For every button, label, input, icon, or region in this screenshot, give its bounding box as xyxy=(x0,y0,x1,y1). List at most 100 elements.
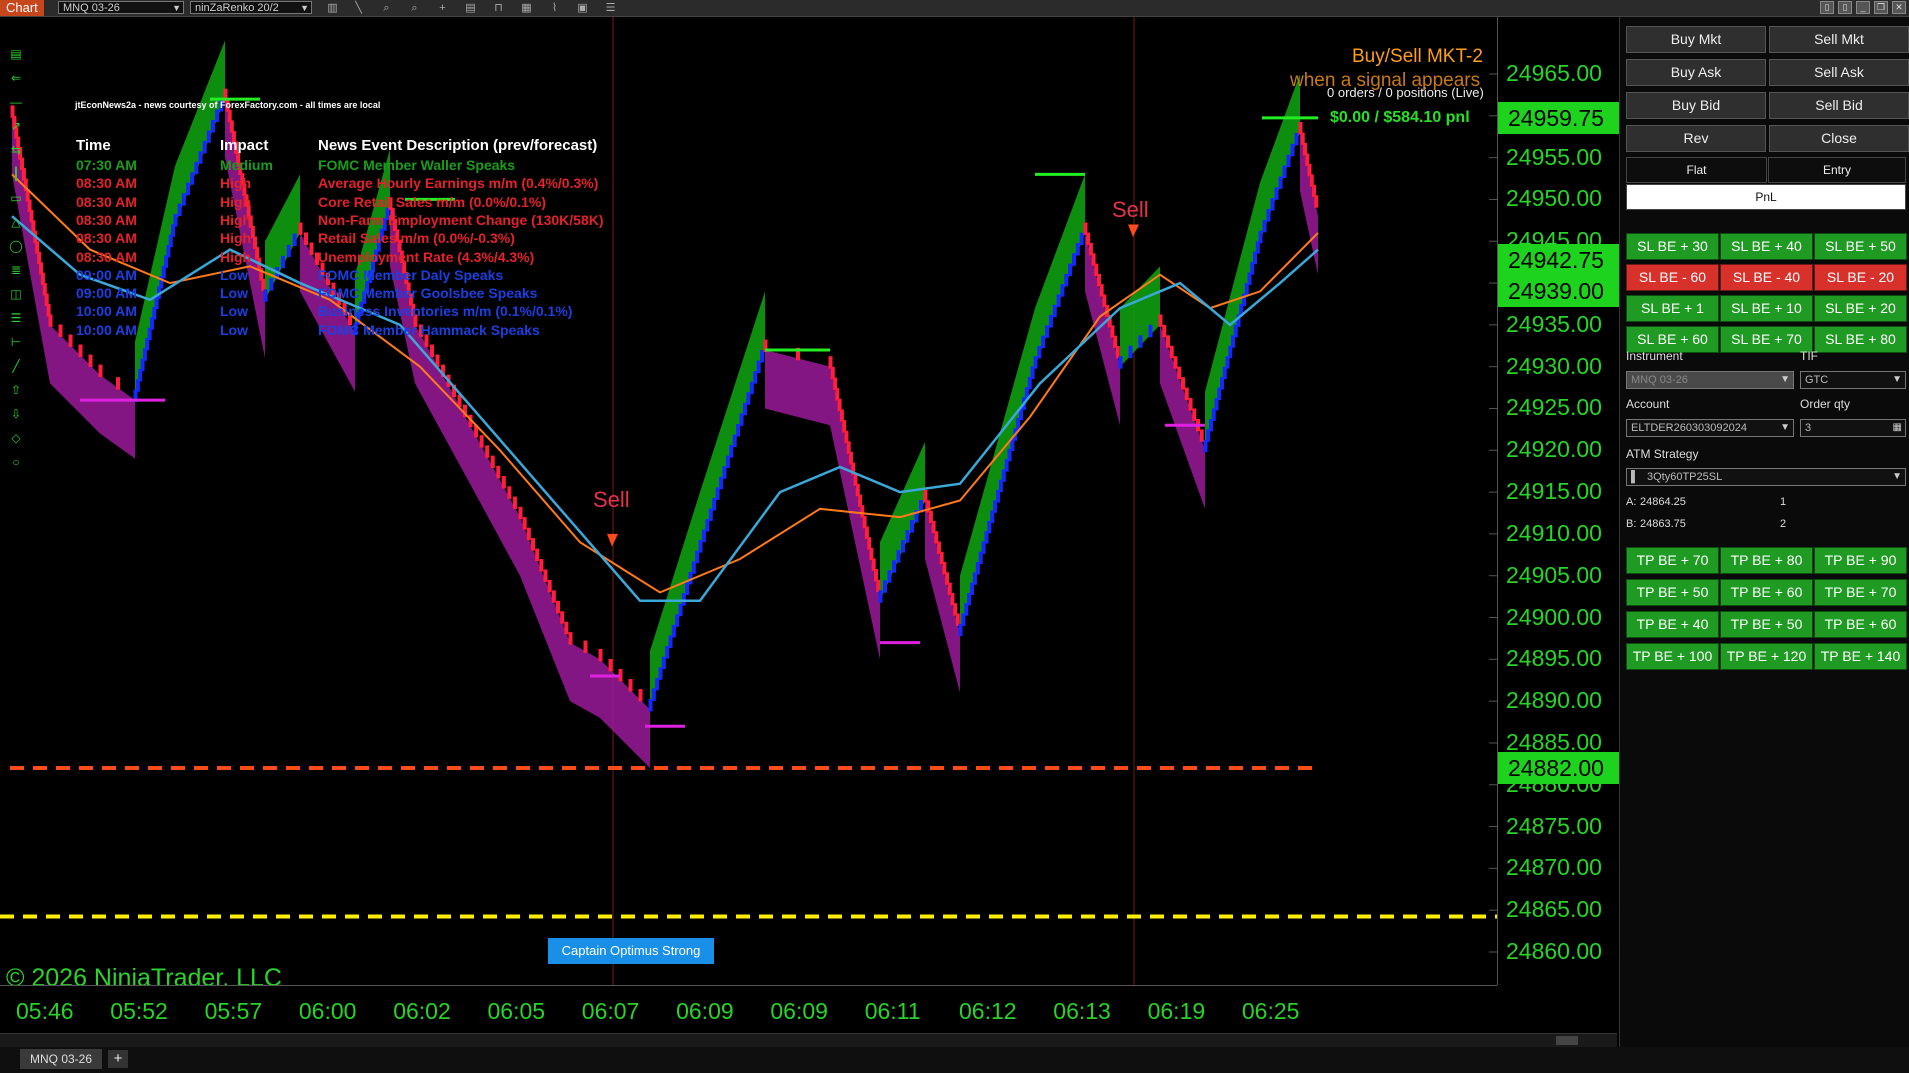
region-icon[interactable]: ◫ xyxy=(8,287,24,301)
order-qty-stepper[interactable]: 3 ▦ xyxy=(1800,419,1906,437)
arrow-up-icon[interactable]: ⇧ xyxy=(8,383,24,397)
tp-be-button[interactable]: TP BE + 60 xyxy=(1814,611,1907,638)
tif-select[interactable]: GTC ▼ xyxy=(1800,371,1906,389)
tp-be-button[interactable]: TP BE + 70 xyxy=(1814,579,1907,606)
fib-icon[interactable]: ≣ xyxy=(8,263,24,277)
ray-icon[interactable]: ↗ xyxy=(8,119,24,133)
buy-side-order-button[interactable]: Buy Ask xyxy=(1626,59,1766,86)
instrument-selector[interactable]: MNQ 03-26 ▼ xyxy=(58,1,184,14)
atm-edit-icon[interactable]: ▌ xyxy=(1631,469,1639,485)
down-brick xyxy=(846,441,851,454)
atm-strategy-select[interactable]: ▌ 3Qty60TP25SL ▼ xyxy=(1626,468,1906,486)
sl-be-button[interactable]: SL BE + 40 xyxy=(1720,233,1813,260)
up-brick xyxy=(1138,335,1143,348)
triangle-icon[interactable]: △ xyxy=(8,215,24,229)
chart-app-label[interactable]: Chart xyxy=(0,0,44,16)
tp-be-button[interactable]: TP BE + 120 xyxy=(1720,643,1813,670)
zoom-icon[interactable]: ⌕ xyxy=(380,2,393,14)
calculator-icon[interactable]: ▦ xyxy=(1893,420,1902,436)
properties-icon[interactable]: ▤ xyxy=(464,2,477,14)
sl-be-button[interactable]: SL BE + 10 xyxy=(1720,295,1813,322)
tp-be-button[interactable]: TP BE + 40 xyxy=(1626,611,1719,638)
gann-icon[interactable]: ⊢ xyxy=(8,335,24,349)
price-tick-label: 24865.00 xyxy=(1506,896,1602,923)
close-icon[interactable]: ✕ xyxy=(1892,1,1906,14)
tp-be-button[interactable]: TP BE + 80 xyxy=(1720,547,1813,574)
bearish-channel-band xyxy=(925,500,960,693)
sell-side-order-button[interactable]: Sell Ask xyxy=(1769,59,1909,86)
zoom-out-icon[interactable]: ⌕ xyxy=(408,2,421,14)
tp-be-button[interactable]: TP BE + 100 xyxy=(1626,643,1719,670)
pitchfork-icon[interactable]: ☰ xyxy=(8,311,24,325)
arrow-down-icon[interactable]: ⇩ xyxy=(8,407,24,421)
vertical-line-icon[interactable]: ┃ xyxy=(8,167,24,181)
maximize-icon[interactable]: ❐ xyxy=(1874,1,1888,14)
tp-be-button[interactable]: TP BE + 70 xyxy=(1626,547,1719,574)
chart-panel[interactable]: ▤ ⇐ — ↗ ⇆ ┃ ▭ △ ◯ ≣ ◫ ☰ ⊢ ╱ ⇧ ⇩ ◇ ○ jtEc… xyxy=(0,17,1615,992)
indicators-icon[interactable]: ⌇ xyxy=(548,2,561,14)
buy-side-order-button[interactable]: Buy Mkt xyxy=(1626,26,1766,53)
time-tick-label: 05:46 xyxy=(16,998,74,1024)
tp-be-button[interactable]: TP BE + 50 xyxy=(1626,579,1719,606)
down-brick xyxy=(48,314,53,327)
tab-flat[interactable]: Flat xyxy=(1626,157,1767,183)
sl-be-button[interactable]: SL BE - 40 xyxy=(1720,264,1813,291)
orders-positions-text: 0 orders / 0 positions (Live) xyxy=(1327,85,1484,100)
layout-icon[interactable]: ▯ xyxy=(1820,1,1834,14)
buy-side-order-button[interactable]: Buy Bid xyxy=(1626,92,1766,119)
price-tick-label: 24870.00 xyxy=(1506,854,1602,881)
tp-be-button[interactable]: TP BE + 50 xyxy=(1720,611,1813,638)
templates-icon[interactable]: ▦ xyxy=(520,2,533,14)
add-tab-button[interactable]: + xyxy=(108,1050,128,1068)
tp-be-button[interactable]: TP BE + 140 xyxy=(1814,643,1907,670)
sl-be-button[interactable]: SL BE + 80 xyxy=(1814,326,1907,353)
buy-side-order-button[interactable]: Rev xyxy=(1626,125,1766,152)
sl-be-button[interactable]: SL BE + 1 xyxy=(1626,295,1719,322)
bar-type-selector[interactable]: ninZaRenko 20/2 ▼ xyxy=(190,1,312,14)
bar-style-icon[interactable]: ▥ xyxy=(326,2,339,14)
up-brick xyxy=(269,278,274,291)
tab-mnq[interactable]: MNQ 03-26 xyxy=(20,1049,102,1069)
news-description: Business Inventories m/m (0.1%/0.1%) xyxy=(318,303,573,320)
scrollbar-thumb[interactable] xyxy=(1556,1036,1578,1045)
diamond-icon[interactable]: ◇ xyxy=(8,431,24,445)
trend-channel-icon[interactable]: ▤ xyxy=(8,47,24,61)
ellipse-icon[interactable]: ◯ xyxy=(8,239,24,253)
tab-pnl[interactable]: PnL xyxy=(1626,184,1906,210)
horizontal-scrollbar[interactable] xyxy=(0,1033,1617,1048)
up-brick xyxy=(1068,263,1073,277)
price-axis[interactable]: 24965.0024960.0024955.0024950.0024945.00… xyxy=(1497,17,1622,985)
strategies-icon[interactable]: ⊓ xyxy=(492,2,505,14)
sell-side-order-button[interactable]: Sell Bid xyxy=(1769,92,1909,119)
dot-icon[interactable]: ○ xyxy=(8,455,24,469)
tp-be-button[interactable]: TP BE + 90 xyxy=(1814,547,1907,574)
arrow-line-icon[interactable]: ⇐ xyxy=(8,71,24,85)
ruler-icon[interactable]: ╱ xyxy=(8,359,24,373)
list-icon[interactable]: ☰ xyxy=(604,2,617,14)
sl-be-button[interactable]: SL BE - 60 xyxy=(1626,264,1719,291)
rectangle-icon[interactable]: ▭ xyxy=(8,191,24,205)
down-brick xyxy=(1158,314,1163,327)
sell-side-order-button[interactable]: Sell Mkt xyxy=(1769,26,1909,53)
draw-tool-icon[interactable]: ╲ xyxy=(352,2,365,14)
layout-icon[interactable]: ▯ xyxy=(1838,1,1852,14)
sl-be-button[interactable]: SL BE + 20 xyxy=(1814,295,1907,322)
down-brick xyxy=(568,632,573,645)
sl-be-button[interactable]: SL BE - 20 xyxy=(1814,264,1907,291)
time-axis[interactable]: 05:46 05:52 05:57 06:00 06:02 06:05 06:07 06:09… xyxy=(0,985,1497,1034)
sl-be-button[interactable]: SL BE + 50 xyxy=(1814,233,1907,260)
data-box-icon[interactable]: ▣ xyxy=(576,2,589,14)
sell-side-order-button[interactable]: Close xyxy=(1769,125,1909,152)
tp-be-button[interactable]: TP BE + 60 xyxy=(1720,579,1813,606)
time-tick-label: 05:57 xyxy=(204,998,263,1024)
tab-entry[interactable]: Entry xyxy=(1768,157,1906,183)
sell-signal-label: Sell xyxy=(1112,197,1149,222)
horizontal-line-icon[interactable]: ⇆ xyxy=(8,143,24,157)
news-time: 08:30 AM xyxy=(76,230,137,247)
crosshair-icon[interactable]: + xyxy=(436,2,449,14)
captain-optimus-button[interactable]: Captain Optimus Strong xyxy=(548,938,714,964)
account-select[interactable]: ELTDER260303092024 ▼ xyxy=(1626,419,1794,437)
sl-be-button[interactable]: SL BE + 30 xyxy=(1626,233,1719,260)
line-icon[interactable]: — xyxy=(8,95,24,109)
minimize-icon[interactable]: _ xyxy=(1856,1,1870,14)
